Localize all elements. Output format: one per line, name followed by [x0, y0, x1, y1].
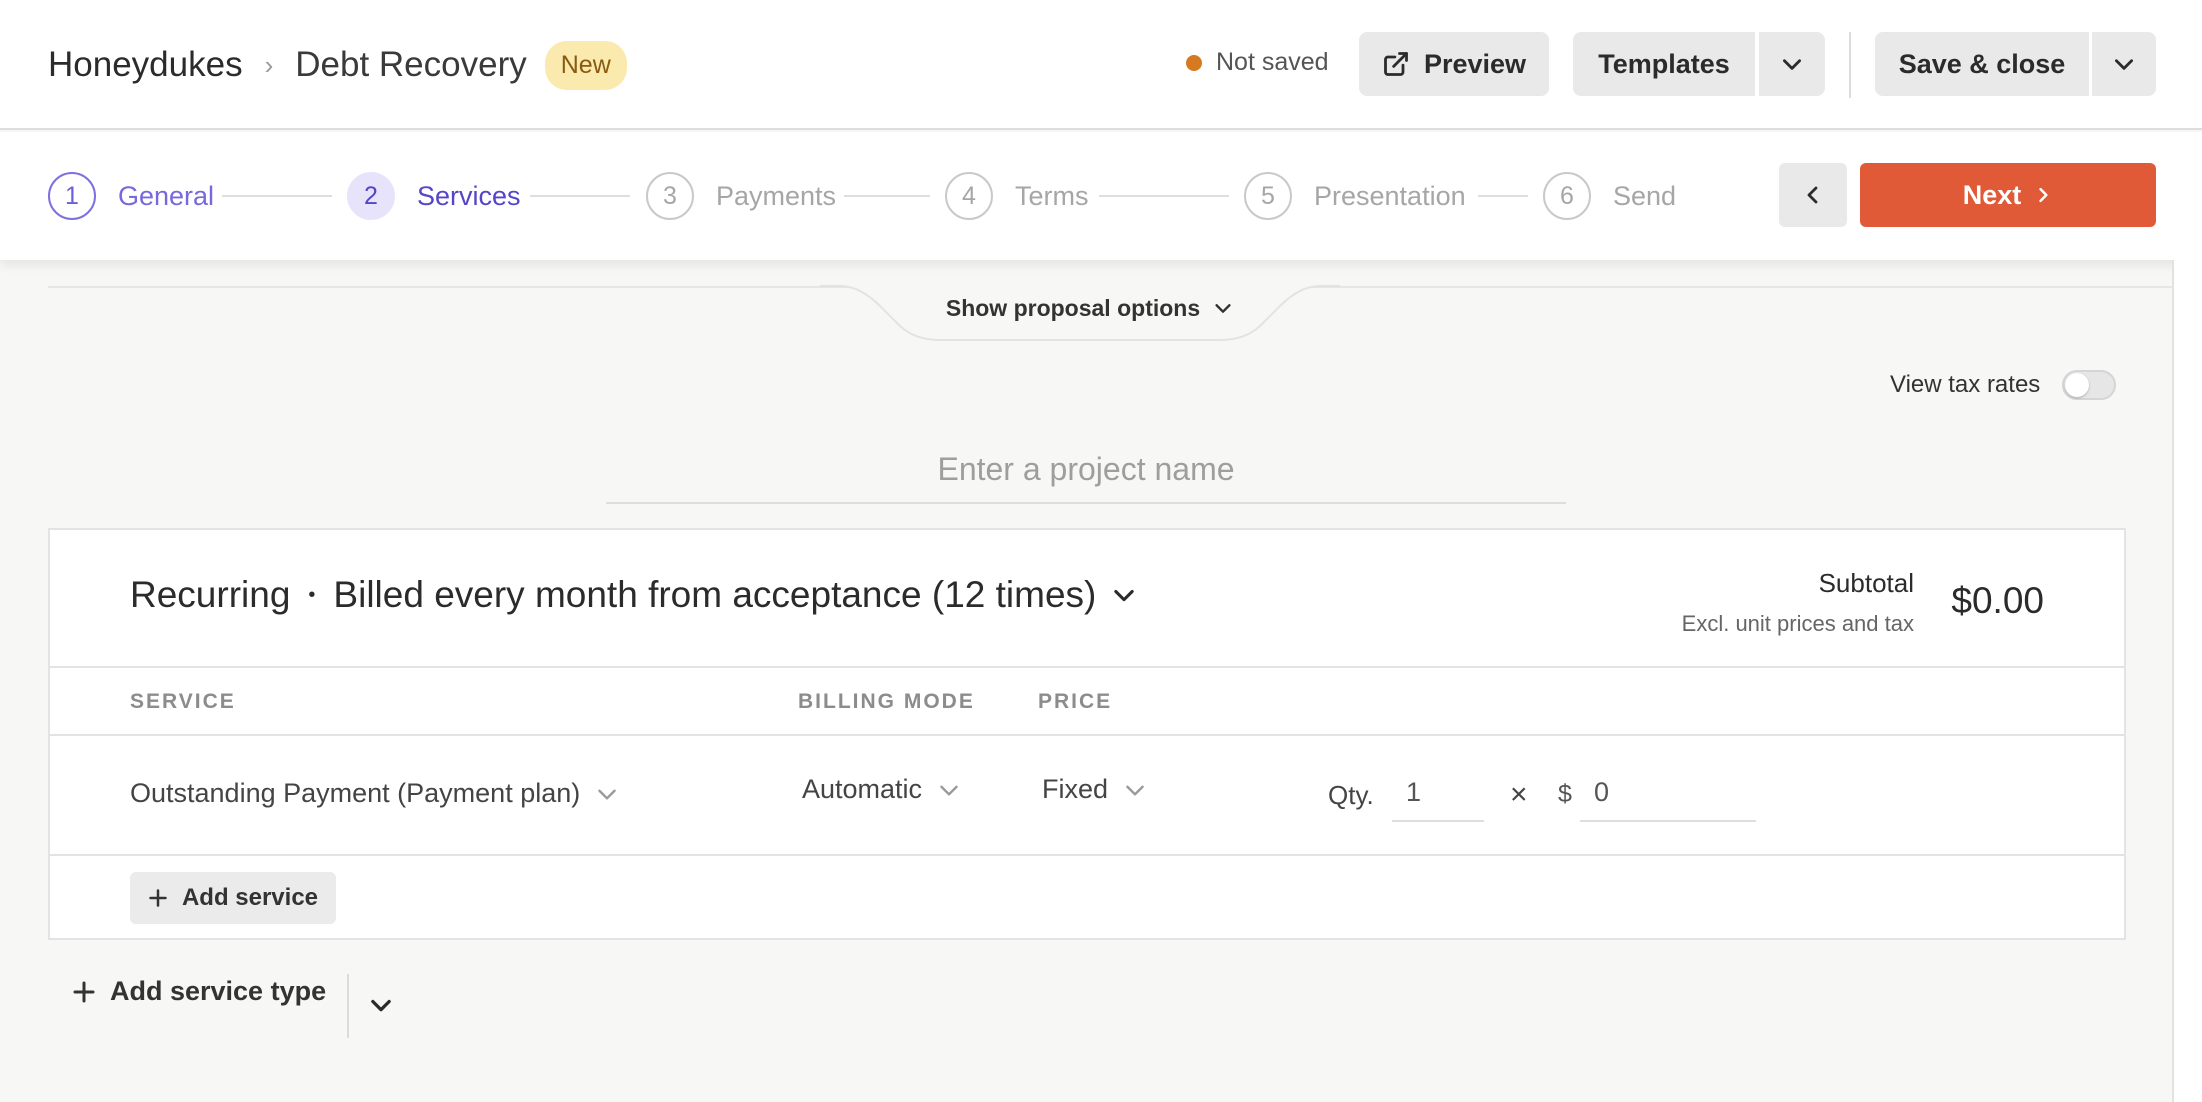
service-select[interactable]: Outstanding Payment (Payment plan) — [130, 778, 620, 809]
options-label: Show proposal options — [945, 294, 1201, 321]
chevron-down-icon — [594, 781, 620, 807]
tax-rates-label: View tax rates — [1890, 371, 2041, 398]
project-name-input[interactable] — [606, 436, 1566, 504]
step-presentation[interactable]: 5 Presentation — [1244, 172, 1466, 220]
add-service-type-dropdown[interactable] — [366, 990, 396, 1020]
step-label: Presentation — [1314, 180, 1466, 211]
add-service-type-label: Add service type — [110, 976, 327, 1006]
breadcrumb: Honeydukes › Debt Recovery New — [48, 0, 627, 130]
price-type-select[interactable]: Fixed — [1042, 774, 1148, 805]
chevron-left-icon — [1801, 183, 1825, 207]
client-name[interactable]: Honeydukes — [48, 45, 243, 85]
templates-dropdown-button[interactable] — [1759, 32, 1825, 96]
step-number: 2 — [347, 172, 395, 220]
bullet-separator: • — [308, 583, 316, 606]
billing-schedule: Billed every month from acceptance (12 t… — [333, 574, 1097, 615]
chevron-down-icon — [2111, 51, 2137, 77]
step-services[interactable]: 2 Services — [347, 172, 521, 220]
step-number: 4 — [945, 172, 993, 220]
column-billing-mode: BILLING MODE — [798, 690, 975, 713]
multiply-icon: × — [1510, 778, 1528, 811]
page-title: Debt Recovery — [295, 45, 527, 84]
step-connector — [222, 195, 332, 197]
save-dropdown-button[interactable] — [2092, 32, 2156, 96]
step-label: Send — [1613, 180, 1677, 211]
subtotal-value: $0.00 — [1951, 580, 2044, 621]
step-label: General — [118, 180, 215, 211]
subtotal-block: Subtotal Excl. unit prices and tax — [1682, 568, 1914, 637]
qty-label: Qty. — [1328, 780, 1374, 810]
next-label: Next — [1962, 179, 2022, 210]
right-edge-panel — [2172, 260, 2202, 1102]
plus-icon — [148, 888, 168, 908]
step-connector — [1478, 195, 1528, 197]
step-number: 6 — [1543, 172, 1591, 220]
save-close-button[interactable]: Save & close — [1875, 32, 2089, 96]
billing-mode-select[interactable]: Automatic — [802, 774, 962, 805]
step-connector — [530, 195, 630, 197]
step-payments[interactable]: 3 Payments — [646, 172, 836, 220]
table-header: SERVICE BILLING MODE PRICE — [50, 668, 2124, 736]
status-badge: New — [544, 40, 627, 90]
preview-label: Preview — [1423, 48, 1527, 79]
billing-mode-value: Automatic — [802, 774, 923, 804]
service-group-header: Recurring • Billed every month from acce… — [50, 530, 2124, 668]
table-row: Outstanding Payment (Payment plan) Autom… — [50, 736, 2124, 856]
chevron-right-icon — [2033, 185, 2053, 205]
billing-schedule-selector[interactable]: Recurring • Billed every month from acce… — [130, 574, 1138, 616]
service-name: Outstanding Payment (Payment plan) — [130, 778, 581, 808]
column-service: SERVICE — [130, 690, 236, 713]
currency-symbol: $ — [1558, 780, 1572, 808]
step-connector — [844, 195, 930, 197]
step-progress-bar: 1 General 2 Services 3 Payments 4 Terms … — [0, 132, 2202, 260]
step-number: 1 — [48, 172, 96, 220]
service-group-type: Recurring — [130, 574, 291, 615]
chevron-down-icon — [1122, 777, 1148, 803]
templates-button[interactable]: Templates — [1573, 32, 1755, 96]
step-terms[interactable]: 4 Terms — [945, 172, 1089, 220]
toggle-knob — [2065, 373, 2090, 397]
previous-step-button[interactable] — [1779, 163, 1847, 227]
header-divider — [1849, 32, 1851, 98]
templates-label: Templates — [1598, 48, 1730, 79]
service-group-card: Recurring • Billed every month from acce… — [48, 528, 2126, 940]
save-close-label: Save & close — [1898, 48, 2066, 79]
step-number: 5 — [1244, 172, 1292, 220]
step-number: 3 — [646, 172, 694, 220]
next-step-button[interactable]: Next — [1860, 163, 2156, 227]
breadcrumb-chevron-icon: › — [264, 49, 274, 80]
chevron-down-icon — [1110, 581, 1138, 609]
plus-icon — [72, 980, 96, 1004]
chevron-down-icon — [1779, 51, 1805, 77]
add-service-label: Add service — [181, 884, 319, 911]
subtotal-label: Subtotal — [1818, 568, 1914, 598]
add-type-divider — [347, 974, 349, 1038]
unsaved-dot-icon — [1186, 54, 1202, 71]
subtotal-note: Excl. unit prices and tax — [1681, 611, 1914, 636]
top-header: Honeydukes › Debt Recovery New Not saved… — [0, 0, 2202, 130]
step-connector — [1099, 195, 1229, 197]
quantity-input[interactable] — [1392, 764, 1484, 822]
save-status-text: Not saved — [1216, 48, 1329, 76]
column-price: PRICE — [1038, 690, 1113, 713]
chevron-down-icon — [1212, 297, 1234, 319]
chevron-down-icon — [367, 991, 395, 1019]
step-send[interactable]: 6 Send — [1543, 172, 1676, 220]
add-service-type-button[interactable]: Add service type — [72, 976, 326, 1007]
tax-rates-toggle[interactable] — [2062, 370, 2117, 400]
step-label: Terms — [1015, 180, 1089, 211]
add-service-button[interactable]: Add service — [130, 872, 336, 924]
step-label: Payments — [716, 180, 837, 211]
unit-price-input[interactable] — [1580, 764, 1756, 822]
save-status: Not saved — [1186, 48, 1329, 77]
step-label: Services — [417, 180, 521, 211]
external-link-icon — [1382, 50, 1410, 78]
price-type-value: Fixed — [1042, 774, 1109, 804]
step-general[interactable]: 1 General — [48, 172, 214, 220]
tax-rates-row: View tax rates — [1890, 370, 2117, 400]
show-proposal-options-toggle[interactable]: Show proposal options — [840, 276, 1340, 340]
preview-button[interactable]: Preview — [1359, 32, 1549, 96]
chevron-down-icon — [936, 777, 962, 803]
